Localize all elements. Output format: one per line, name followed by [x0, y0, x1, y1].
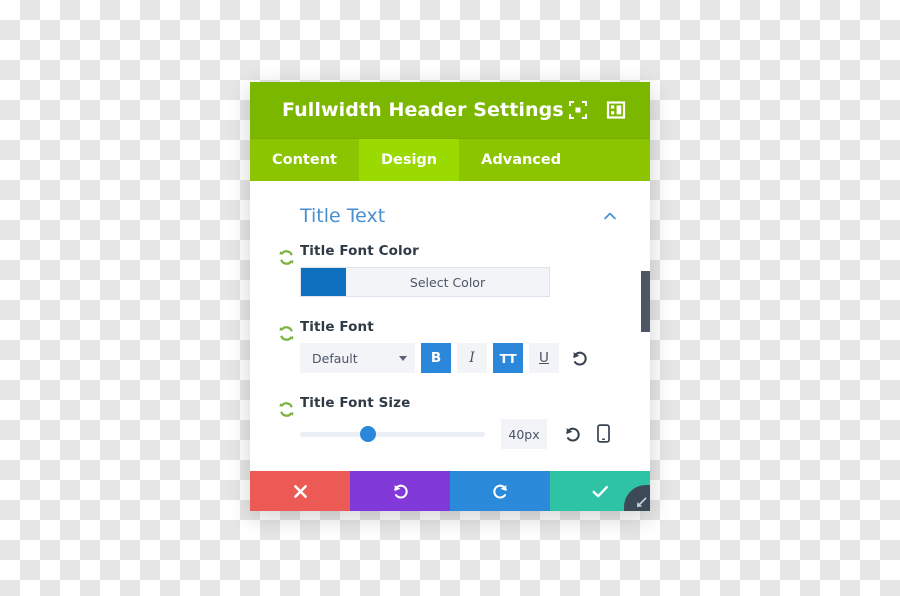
- undo-button[interactable]: [350, 471, 450, 511]
- underline-button[interactable]: U: [529, 343, 559, 373]
- field-label-title-font-color: Title Font Color: [300, 243, 419, 259]
- redo-button[interactable]: [450, 471, 550, 511]
- field-label-title-font: Title Font: [300, 319, 374, 335]
- field-row-title-font: Title Font Default B I TT U: [278, 319, 622, 373]
- select-color-button[interactable]: Select Color: [346, 268, 549, 296]
- field-row-title-font-size: Title Font Size 40px: [278, 395, 622, 449]
- titlebar-actions: [568, 100, 634, 120]
- cancel-button[interactable]: [250, 471, 350, 511]
- tab-advanced[interactable]: Advanced: [459, 139, 583, 181]
- italic-button[interactable]: I: [457, 343, 487, 373]
- section-title: Title Text: [300, 205, 386, 227]
- font-controls: Default B I TT U: [300, 343, 622, 373]
- settings-content: Title Text Title Font Color Select Color…: [250, 181, 650, 471]
- slider-handle[interactable]: [360, 426, 377, 442]
- undo-arrow-icon: [393, 484, 408, 499]
- close-x-icon: [293, 484, 307, 498]
- font-family-select[interactable]: Default: [300, 343, 415, 373]
- reset-column: [278, 319, 300, 342]
- undo-arrow-icon[interactable]: [563, 425, 582, 444]
- reset-circular-arrows-icon[interactable]: [278, 249, 295, 266]
- resize-handle-icon: [636, 497, 647, 508]
- vertical-scrollbar[interactable]: [641, 181, 650, 471]
- bold-button[interactable]: B: [421, 343, 451, 373]
- font-size-slider[interactable]: [300, 424, 485, 444]
- chevron-down-icon: [399, 355, 407, 361]
- field-body: Title Font Color Select Color: [300, 243, 622, 297]
- mobile-device-icon[interactable]: [596, 424, 612, 444]
- tab-bar: Content Design Advanced: [250, 138, 650, 181]
- tab-content[interactable]: Content: [250, 139, 359, 181]
- field-body: Title Font Size 40px: [300, 395, 622, 449]
- redo-arrow-icon: [492, 484, 507, 499]
- font-size-input[interactable]: 40px: [501, 419, 547, 449]
- modal-footer: [250, 471, 650, 511]
- settings-scroll-area: Title Text Title Font Color Select Color…: [250, 181, 650, 471]
- undo-arrow-icon[interactable]: [570, 349, 589, 368]
- reset-column: [278, 243, 300, 266]
- uppercase-button[interactable]: TT: [493, 343, 523, 373]
- reset-circular-arrows-icon[interactable]: [278, 401, 295, 418]
- expand-fullscreen-icon[interactable]: [568, 100, 588, 120]
- font-family-value: Default: [312, 350, 358, 366]
- color-picker-control: Select Color: [300, 267, 550, 297]
- tab-design[interactable]: Design: [358, 139, 460, 181]
- font-size-controls: 40px: [300, 419, 622, 449]
- reset-circular-arrows-icon[interactable]: [278, 325, 295, 342]
- layout-panel-icon[interactable]: [606, 100, 626, 120]
- field-row-title-font-color: Title Font Color Select Color: [278, 243, 622, 297]
- field-body: Title Font Default B I TT U: [300, 319, 622, 373]
- font-size-icons: [563, 424, 612, 444]
- modal-titlebar: Fullwidth Header Settings: [250, 82, 650, 138]
- reset-column: [278, 395, 300, 418]
- field-label-title-font-size: Title Font Size: [300, 395, 411, 411]
- checkmark-icon: [592, 485, 608, 497]
- page-title: Fullwidth Header Settings: [282, 99, 564, 121]
- color-swatch[interactable]: [301, 268, 346, 296]
- chevron-up-icon[interactable]: [602, 208, 618, 224]
- scrollbar-thumb[interactable]: [641, 270, 650, 332]
- section-header-title-text[interactable]: Title Text: [278, 199, 622, 243]
- slider-track: [300, 431, 485, 437]
- settings-modal: Fullwidth Header Settings Content Design…: [250, 82, 650, 511]
